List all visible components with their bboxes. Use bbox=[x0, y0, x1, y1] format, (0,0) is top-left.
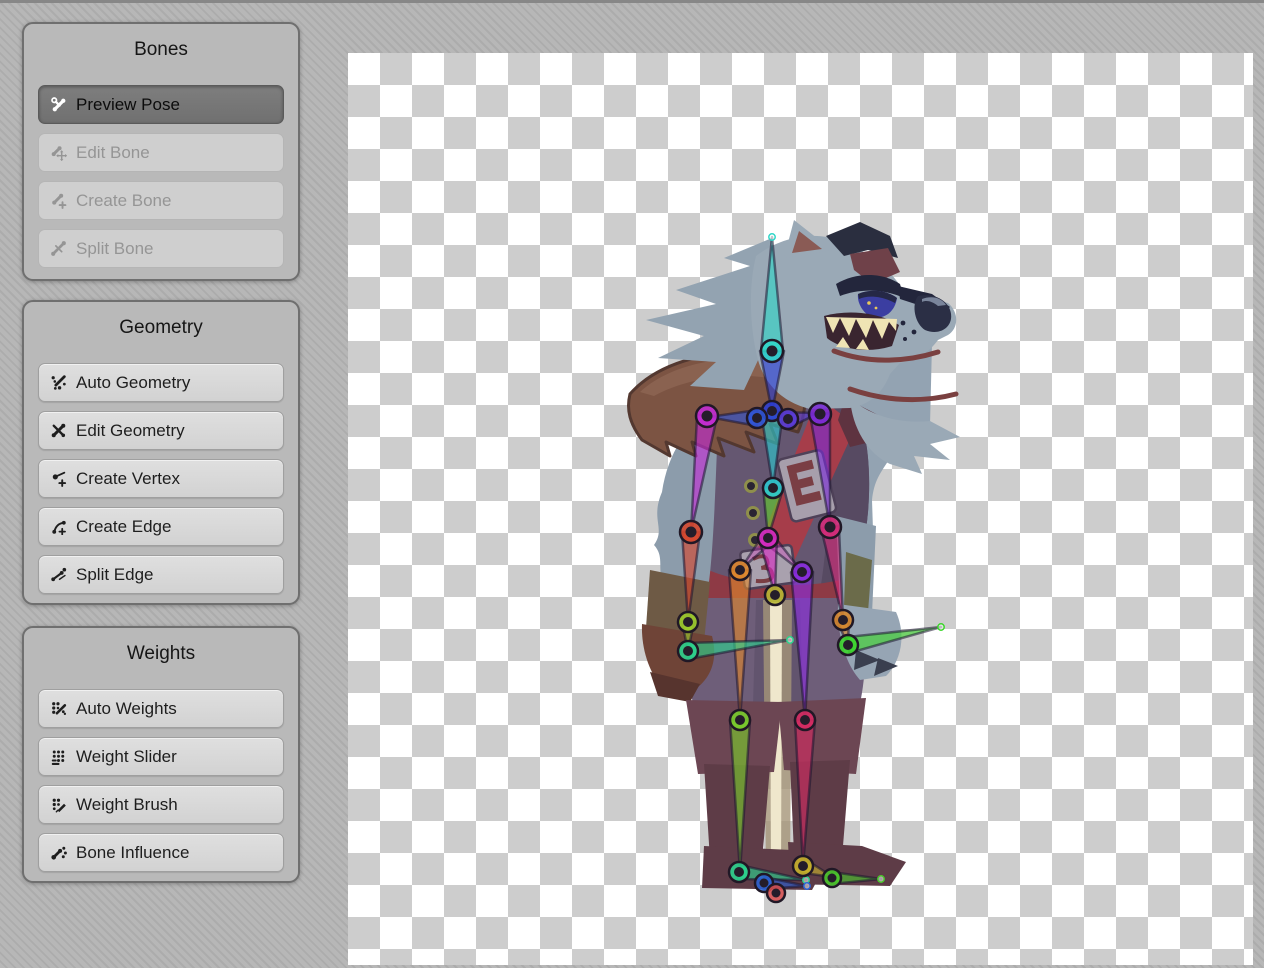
joint-knee-left[interactable] bbox=[730, 710, 750, 730]
button-label: Create Bone bbox=[76, 191, 171, 211]
joint-elbow-left[interactable] bbox=[680, 521, 702, 543]
edit-bone-icon bbox=[50, 144, 67, 161]
joint-hip-right[interactable] bbox=[792, 562, 812, 582]
split-edge-button[interactable]: Split Edge bbox=[38, 555, 284, 594]
weight-brush-icon bbox=[50, 796, 67, 813]
button-label: Preview Pose bbox=[76, 95, 180, 115]
button-label: Edit Bone bbox=[76, 143, 150, 163]
joint-root[interactable] bbox=[767, 884, 785, 902]
geometry-panel-buttons: Auto Geometry Edit Geometry Create Vertex C… bbox=[24, 363, 298, 594]
weights-panel: Weights Auto Weights Weight Slider Weight … bbox=[22, 626, 300, 883]
button-label: Create Edge bbox=[76, 517, 171, 537]
joint-chest-left[interactable] bbox=[747, 408, 767, 428]
character-sprite bbox=[629, 220, 961, 890]
button-label: Weight Slider bbox=[76, 747, 177, 767]
joint-shoulder-right[interactable] bbox=[809, 403, 831, 425]
joint-wrist-left[interactable] bbox=[678, 612, 698, 632]
edit-bone-button[interactable]: Edit Bone bbox=[38, 133, 284, 172]
auto-weights-button[interactable]: Auto Weights bbox=[38, 689, 284, 728]
geometry-panel-title: Geometry bbox=[24, 302, 298, 340]
bone-tip-head bbox=[769, 234, 775, 240]
joint-spine-mid[interactable] bbox=[763, 478, 783, 498]
right-bracer bbox=[844, 552, 872, 612]
auto-geometry-button[interactable]: Auto Geometry bbox=[38, 363, 284, 402]
bone-influence-icon bbox=[50, 844, 67, 861]
split-edge-icon bbox=[50, 566, 67, 583]
eye-glint-2 bbox=[875, 307, 878, 310]
geometry-panel: Geometry Auto Geometry Edit Geometry Creat… bbox=[22, 300, 300, 605]
joint-hand-right[interactable] bbox=[838, 635, 858, 655]
joint-chest-right[interactable] bbox=[778, 409, 798, 429]
joint-neck[interactable] bbox=[761, 340, 783, 362]
weight-slider-button[interactable]: Weight Slider bbox=[38, 737, 284, 776]
window-top-edge bbox=[0, 0, 1264, 3]
create-edge-icon bbox=[50, 518, 67, 535]
bone-tip-fingers-left bbox=[787, 637, 793, 643]
joint-foot-right-mid[interactable] bbox=[823, 869, 841, 887]
preview-pose-icon bbox=[50, 96, 67, 113]
button-label: Auto Weights bbox=[76, 699, 177, 719]
bones-panel: Bones Preview Pose Edit Bone Create Bone Sp… bbox=[22, 22, 300, 281]
joint-shoulder-left[interactable] bbox=[696, 405, 718, 427]
bone-tip-toe-right bbox=[878, 876, 884, 882]
button-label: Create Vertex bbox=[76, 469, 180, 489]
create-edge-button[interactable]: Create Edge bbox=[38, 507, 284, 546]
joint-hand-left[interactable] bbox=[678, 641, 698, 661]
joint-wrist-right[interactable] bbox=[833, 610, 853, 630]
create-vertex-button[interactable]: Create Vertex bbox=[38, 459, 284, 498]
joint-ankle-left[interactable] bbox=[729, 862, 749, 882]
weights-panel-title: Weights bbox=[24, 628, 298, 666]
weight-brush-button[interactable]: Weight Brush bbox=[38, 785, 284, 824]
button-label: Split Edge bbox=[76, 565, 154, 585]
create-bone-icon bbox=[50, 192, 67, 209]
preview-pose-button[interactable]: Preview Pose bbox=[38, 85, 284, 124]
joint-elbow-right[interactable] bbox=[819, 516, 841, 538]
button-label: Auto Geometry bbox=[76, 373, 190, 393]
eye-glint bbox=[867, 301, 871, 305]
joint-ankle-right[interactable] bbox=[793, 856, 813, 876]
button-label: Edit Geometry bbox=[76, 421, 185, 441]
create-bone-button[interactable]: Create Bone bbox=[38, 181, 284, 220]
edit-geometry-button[interactable]: Edit Geometry bbox=[38, 411, 284, 450]
joint-hip-left[interactable] bbox=[730, 560, 750, 580]
weights-panel-buttons: Auto Weights Weight Slider Weight Brush Bon… bbox=[24, 689, 298, 872]
edit-geometry-icon bbox=[50, 422, 67, 439]
button-label: Weight Brush bbox=[76, 795, 178, 815]
create-vertex-icon bbox=[50, 470, 67, 487]
joint-pelvis-end[interactable] bbox=[765, 585, 785, 605]
sprite-canvas[interactable] bbox=[348, 53, 1253, 965]
split-bone-button[interactable]: Split Bone bbox=[38, 229, 284, 268]
bone-tip-fingers-right bbox=[938, 624, 944, 630]
bone-tip-toe-left bbox=[804, 883, 810, 889]
button-label: Bone Influence bbox=[76, 843, 189, 863]
button-label: Split Bone bbox=[76, 239, 154, 259]
joint-knee-right[interactable] bbox=[795, 710, 815, 730]
bones-panel-buttons: Preview Pose Edit Bone Create Bone Split Bo… bbox=[24, 85, 298, 268]
weight-slider-icon bbox=[50, 748, 67, 765]
auto-weights-icon bbox=[50, 700, 67, 717]
joint-spine-low[interactable] bbox=[758, 528, 778, 548]
auto-geometry-icon bbox=[50, 374, 67, 391]
bones-panel-title: Bones bbox=[24, 24, 298, 62]
scene-svg bbox=[348, 53, 1253, 965]
split-bone-icon bbox=[50, 240, 67, 257]
bone-influence-button[interactable]: Bone Influence bbox=[38, 833, 284, 872]
